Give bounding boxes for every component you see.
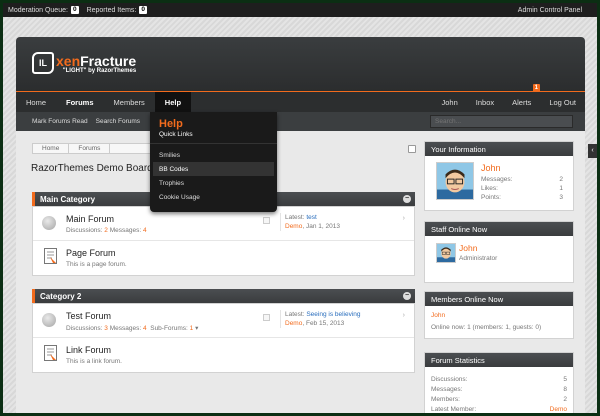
tab-help[interactable]: Help bbox=[154, 92, 192, 112]
forum-row-page: Page Forum This is a page forum. bbox=[33, 241, 414, 275]
category-forum-list: Main Forum Discussions: 2 Messages: 4 La… bbox=[32, 206, 415, 276]
members-online-panel: Members Online Now John Online now: 1 (m… bbox=[424, 291, 574, 339]
main-nav: Home Forums Members Help John Inbox Aler… bbox=[16, 84, 585, 112]
tab-forums[interactable]: Forums bbox=[56, 92, 104, 112]
sidebar-toggle-icon[interactable]: ‹ bbox=[588, 144, 597, 158]
main-content: Home Forums RazorThemes Demo Board Main … bbox=[16, 131, 585, 413]
divider bbox=[150, 143, 277, 144]
moderator-bar: Moderation Queue: 0 Reported Items: 0 Ad… bbox=[3, 3, 597, 17]
user-name-link[interactable]: John bbox=[481, 163, 501, 173]
forum-row-link: Link Forum This is a link forum. bbox=[33, 338, 414, 372]
latest-thread-link[interactable]: Seeing is believing bbox=[306, 311, 360, 318]
logo-tagline: "LIGHT" by RazorThemes bbox=[62, 67, 137, 74]
page-frame: Moderation Queue: 0 Reported Items: 0 Ad… bbox=[3, 3, 597, 413]
forum-statistics-panel: Forum Statistics Discussions: 5 Messages:… bbox=[424, 352, 574, 413]
stat-messages: Messages: 8 bbox=[431, 386, 567, 393]
latest-member-link[interactable]: Demo bbox=[550, 405, 567, 413]
menu-item-smilies[interactable]: Smilies bbox=[150, 148, 277, 162]
forum-row-test: Test Forum Discussions: 3 Messages: 4 Su… bbox=[33, 304, 414, 338]
forum-row-main: Main Forum Discussions: 2 Messages: 4 La… bbox=[33, 207, 414, 241]
nav-log-out[interactable]: Log Out bbox=[540, 92, 585, 112]
chevron-down-icon: ▾ bbox=[195, 325, 199, 332]
avatar[interactable] bbox=[436, 243, 456, 263]
dropdown-subtitle: Quick Links bbox=[159, 131, 193, 138]
tab-home[interactable]: Home bbox=[16, 92, 56, 112]
breadcrumb-home[interactable]: Home bbox=[32, 143, 70, 154]
link-document-icon bbox=[44, 345, 57, 361]
panel-title: Your Information bbox=[425, 142, 573, 156]
category-header-2[interactable]: Category 2 − bbox=[32, 289, 415, 303]
forum-latest-post: Latest: test Demo, Jan 1, 2013 bbox=[280, 213, 340, 231]
nav-alerts[interactable]: Alerts bbox=[503, 92, 540, 112]
latest-thread-link[interactable]: test bbox=[306, 214, 316, 221]
staff-name-link[interactable]: John bbox=[459, 243, 477, 253]
mark-forums-read-link[interactable]: Mark Forums Read bbox=[32, 118, 88, 125]
latest-user-link[interactable]: Demo bbox=[285, 223, 302, 230]
page-title: RazorThemes Demo Board bbox=[31, 163, 153, 174]
user-avatar-icon bbox=[437, 163, 473, 199]
stat-messages: Messages: 2 bbox=[481, 176, 563, 183]
collapse-icon[interactable]: − bbox=[403, 195, 411, 203]
forum-title[interactable]: Test Forum bbox=[66, 311, 111, 321]
user-avatar-icon bbox=[437, 244, 455, 262]
stat-members: Members: 2 bbox=[431, 396, 567, 403]
forum-mark-checkbox[interactable] bbox=[263, 314, 270, 321]
menu-item-cookie-usage[interactable]: Cookie Usage bbox=[150, 190, 277, 204]
avatar[interactable] bbox=[436, 162, 474, 200]
nav-inbox[interactable]: Inbox bbox=[467, 92, 503, 112]
forum-description: This is a link forum. bbox=[66, 358, 122, 365]
forum-title[interactable]: Main Forum bbox=[66, 214, 114, 224]
forum-stats: Discussions: 3 Messages: 4 Sub-Forums: 1… bbox=[66, 325, 199, 332]
forum-title[interactable]: Page Forum bbox=[66, 248, 116, 258]
online-count: Online now: 1 (members: 1, guests: 0) bbox=[431, 324, 542, 331]
chevron-right-icon[interactable]: › bbox=[403, 215, 405, 222]
stat-likes: Likes: 1 bbox=[481, 185, 563, 192]
logo-title: xenFracture bbox=[56, 52, 137, 69]
reported-items-link[interactable]: Reported Items: 0 bbox=[87, 6, 147, 14]
breadcrumb-toggle[interactable] bbox=[408, 145, 416, 153]
chevron-right-icon[interactable]: › bbox=[403, 312, 405, 319]
site-logo[interactable]: IL xenFracture "LIGHT" by RazorThemes bbox=[32, 52, 136, 74]
panel-title: Staff Online Now bbox=[425, 222, 573, 236]
collapse-icon[interactable]: − bbox=[403, 292, 411, 300]
latest-user-link[interactable]: Demo bbox=[285, 320, 302, 327]
panel-title: Members Online Now bbox=[425, 292, 573, 306]
your-information-panel: Your Information John Messages: 2 Likes:… bbox=[424, 141, 574, 211]
menu-item-bb-codes[interactable]: BB Codes bbox=[153, 162, 274, 176]
forum-latest-post: Latest: Seeing is believing Demo, Feb 15… bbox=[280, 310, 361, 328]
search-input[interactable] bbox=[430, 115, 573, 128]
tab-members[interactable]: Members bbox=[104, 92, 155, 112]
category-forum-list: Test Forum Discussions: 3 Messages: 4 Su… bbox=[32, 303, 415, 373]
search-forums-link[interactable]: Search Forums bbox=[96, 118, 140, 125]
dropdown-title[interactable]: Help bbox=[150, 118, 277, 130]
logo-mark-icon: IL bbox=[32, 52, 54, 74]
forum-description: This is a page forum. bbox=[66, 261, 127, 268]
panel-title: Forum Statistics bbox=[425, 353, 573, 367]
moderation-count-badge: 0 bbox=[70, 6, 79, 14]
site-header: IL xenFracture "LIGHT" by RazorThemes bbox=[16, 37, 585, 91]
stat-discussions: Discussions: 5 bbox=[431, 376, 567, 383]
staff-online-panel: Staff Online Now John Administrator bbox=[424, 221, 574, 283]
nav-user-john[interactable]: John bbox=[433, 92, 467, 112]
forum-stats: Discussions: 2 Messages: 4 bbox=[66, 227, 147, 234]
reported-count-badge: 0 bbox=[139, 6, 147, 14]
sub-nav: Mark Forums Read Search Forums bbox=[16, 112, 585, 131]
forum-mark-checkbox[interactable] bbox=[263, 217, 270, 224]
menu-item-trophies[interactable]: Trophies bbox=[150, 176, 277, 190]
stat-latest-member: Latest Member: Demo bbox=[431, 405, 567, 413]
admin-control-panel-link[interactable]: Admin Control Panel bbox=[518, 7, 582, 14]
alerts-count-badge: 1 bbox=[532, 84, 540, 92]
moderation-queue-link[interactable]: Moderation Queue: 0 bbox=[8, 6, 79, 14]
staff-role: Administrator bbox=[459, 255, 498, 262]
help-dropdown-menu: Help Quick Links Smilies BB Codes Trophi… bbox=[150, 112, 277, 212]
forum-read-icon bbox=[42, 313, 56, 327]
forum-title[interactable]: Link Forum bbox=[66, 345, 111, 355]
forum-read-icon bbox=[42, 216, 56, 230]
breadcrumb-forums[interactable]: Forums bbox=[68, 143, 111, 154]
online-member-link[interactable]: John bbox=[431, 312, 567, 319]
page-document-icon bbox=[44, 248, 57, 264]
stat-points: Points: 3 bbox=[481, 194, 563, 201]
